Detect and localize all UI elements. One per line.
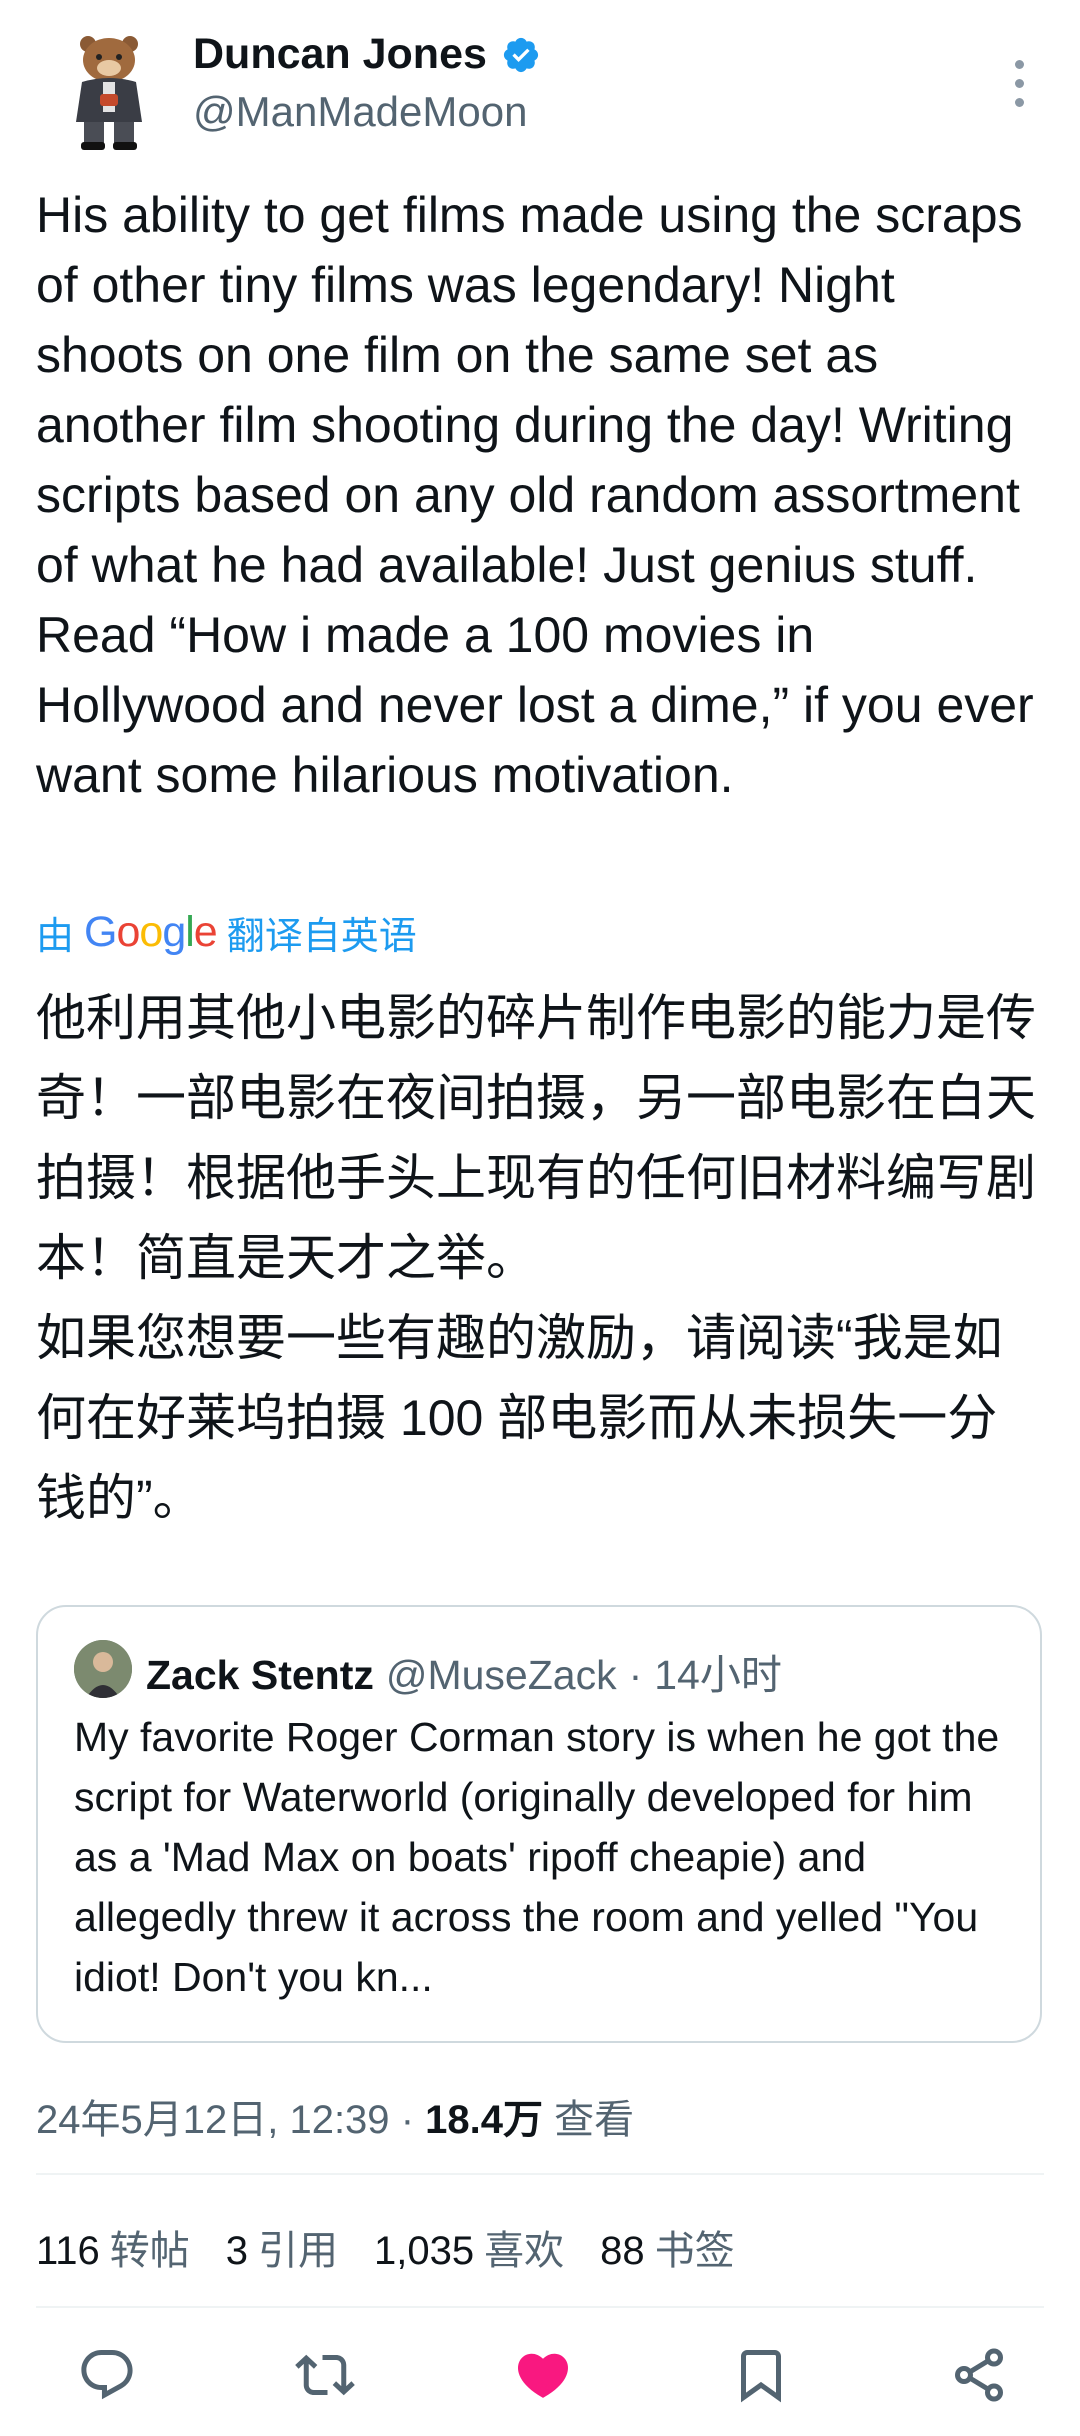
translate-prefix: 由 (36, 916, 75, 958)
verified-badge-icon (503, 37, 538, 72)
quoted-tweet-card[interactable]: Zack Stentz @MuseZack · 14小时 My favorite… (36, 1605, 1042, 2043)
google-logo: Google (84, 908, 218, 956)
stat-quotes[interactable]: 3 引用 (226, 2218, 338, 2276)
share-icon (955, 2348, 1003, 2402)
stat-likes[interactable]: 1,035 喜欢 (374, 2218, 564, 2276)
meta-separator: · (400, 2098, 415, 2142)
quote-author-handle: @MuseZack (385, 1652, 617, 1698)
reply-button[interactable] (72, 2340, 142, 2410)
translate-suffix: 翻译自英语 (226, 916, 417, 958)
like-button[interactable] (508, 2340, 578, 2410)
avatar[interactable] (48, 30, 170, 152)
display-name[interactable]: Duncan Jones (193, 30, 487, 79)
translated-text: 他利用其他小电影的碎片制作电影的能力是传奇！一部电影在夜间拍摄，另一部电影在白天… (36, 990, 1036, 1526)
heart-icon (517, 2353, 569, 2398)
share-button[interactable] (944, 2340, 1014, 2410)
stat-bookmarks[interactable]: 88 书签 (600, 2218, 735, 2276)
author-handle[interactable]: @ManMadeMoon (193, 88, 527, 136)
bear-avatar-icon (76, 36, 142, 150)
retweet-icon (295, 2354, 355, 2396)
bookmark-icon (741, 2350, 781, 2403)
engagement-stats: 116 转帖 3 引用 1,035 喜欢 88 书签 (36, 2218, 735, 2276)
quote-timestamp: 14小时 (654, 1652, 782, 1698)
tweet-meta: 24年5月12日, 12:39 · 18.4万 查看 (36, 2087, 634, 2145)
stat-retweets[interactable]: 116 转帖 (36, 2218, 190, 2276)
quote-separator: · (628, 1652, 643, 1698)
reply-icon (81, 2350, 133, 2400)
author-name-row[interactable]: Duncan Jones (193, 30, 541, 79)
tweet-text: His ability to get films made using the … (36, 187, 1034, 803)
quote-header: Zack Stentz @MuseZack · 14小时 (146, 1641, 782, 1701)
view-count: 18.4万 (425, 2098, 543, 2142)
translation-attribution[interactable]: 由 Google 翻译自英语 (36, 905, 417, 960)
quote-author-name: Zack Stentz (146, 1652, 374, 1698)
retweet-button[interactable] (290, 2340, 360, 2410)
bookmark-button[interactable] (726, 2340, 796, 2410)
divider (36, 2173, 1044, 2175)
quote-avatar (74, 1640, 132, 1698)
views-label: 查看 (554, 2098, 635, 2142)
divider (36, 2306, 1044, 2308)
tweet-date[interactable]: 24年5月12日, 12:39 (36, 2098, 390, 2142)
quote-text: My favorite Roger Corman story is when h… (74, 1714, 1000, 2000)
more-options-icon[interactable] (1008, 60, 1030, 142)
